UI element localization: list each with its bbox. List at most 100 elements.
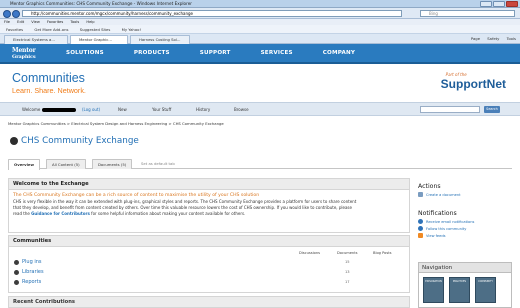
- logo-line2: Graphics: [12, 54, 36, 60]
- create-document-link[interactable]: Create a document: [418, 192, 514, 197]
- new-menu[interactable]: New: [118, 107, 127, 112]
- supportnet-big: SupportNet: [440, 77, 506, 91]
- notifications-panel: Notifications Receive email notification…: [418, 210, 514, 240]
- back-button[interactable]: [3, 9, 11, 18]
- search-input[interactable]: Bing: [420, 10, 515, 17]
- maximize-button[interactable]: [493, 1, 505, 7]
- nav-services[interactable]: SERVICES: [261, 50, 293, 56]
- supportnet-logo[interactable]: Part of the SupportNet: [441, 72, 506, 91]
- tools-menu[interactable]: Tools: [507, 36, 516, 41]
- suggested-sites-link[interactable]: Suggested Sites: [80, 27, 111, 32]
- communities-brand[interactable]: Communities: [12, 71, 85, 85]
- nav-tile-community[interactable]: COMMUNITY: [475, 277, 496, 303]
- browser-tab-active[interactable]: Mentor Graphic...: [70, 35, 128, 44]
- communities-banner: Communities Learn. Share. Network. Part …: [0, 66, 520, 102]
- col-blog-posts: Blog Posts: [373, 251, 392, 255]
- community-row[interactable]: Plug ins: [14, 259, 42, 265]
- community-name[interactable]: Plug ins: [22, 259, 42, 265]
- communities-panel: Communities Discussions Documents Blog P…: [8, 235, 410, 293]
- page-title: CHS Community Exchange: [10, 136, 139, 146]
- community-name[interactable]: Reports: [22, 279, 41, 285]
- notifications-heading: Notifications: [418, 210, 457, 217]
- view-feeds-label: View feeds: [426, 233, 446, 238]
- tab-all-content[interactable]: All Content (5): [46, 159, 86, 169]
- body3-post: for some helpful information about makin…: [89, 211, 246, 216]
- browser-tab[interactable]: Electrical Systems a...: [4, 35, 68, 44]
- contributors-guidance-link[interactable]: Guidance for Contributors: [31, 211, 90, 216]
- nav-tile-practices[interactable]: PRACTICES: [449, 277, 470, 303]
- col-discussions: Discussions: [299, 251, 320, 255]
- page-title-text: CHS Community Exchange: [21, 136, 139, 146]
- follow-community-link[interactable]: Follow this community: [418, 226, 514, 231]
- safety-menu[interactable]: Safety: [487, 36, 499, 41]
- your-stuff-menu[interactable]: Your Stuff: [152, 107, 171, 112]
- welcome-body: CHS is very flexible in the way it can b…: [13, 199, 405, 217]
- site-search-input[interactable]: [420, 106, 480, 113]
- get-addons-link[interactable]: Get More Add-ons: [34, 27, 68, 32]
- menu-tools[interactable]: Tools: [70, 20, 79, 24]
- user-bar: Welcome (Log out) New Your Stuff History…: [0, 102, 520, 116]
- nav-tile-label: COMMUNITY: [478, 280, 493, 283]
- recent-contributions-heading: Recent Contributions: [8, 296, 410, 308]
- email-notifications-link[interactable]: Receive email notifications: [418, 219, 514, 224]
- menu-favorites[interactable]: Favorites: [47, 20, 63, 24]
- documents-count: 17: [345, 280, 350, 284]
- tagline: Learn. Share. Network.: [12, 86, 86, 95]
- document-icon: [418, 192, 423, 197]
- logout-link[interactable]: (Log out): [82, 107, 100, 112]
- url-input[interactable]: http://communities.mentor.com/mgcx/commu…: [22, 10, 402, 17]
- nav-products[interactable]: PRODUCTS: [134, 50, 170, 56]
- community-name[interactable]: Libraries: [22, 269, 44, 275]
- mentor-logo[interactable]: Mentor Graphics: [12, 48, 36, 61]
- window-titlebar: Mentor Graphics Communities: CHS Communi…: [0, 0, 520, 8]
- navigation-panel: Navigation EXPLORATION PRACTICES COMMUNI…: [418, 262, 512, 308]
- history-menu[interactable]: History: [196, 107, 210, 112]
- documents-count: 13: [345, 270, 350, 274]
- community-row[interactable]: Reports: [14, 279, 41, 285]
- nav-solutions[interactable]: SOLUTIONS: [66, 50, 104, 56]
- menu-edit[interactable]: Edit: [17, 20, 24, 24]
- documents-count: 15: [345, 260, 350, 264]
- communities-heading: Communities: [9, 236, 409, 247]
- navigation-heading: Navigation: [419, 263, 511, 273]
- browser-tabbar: Electrical Systems a... Mentor Graphic..…: [0, 34, 520, 44]
- community-icon: [14, 269, 19, 275]
- menu-file[interactable]: File: [4, 20, 10, 24]
- content-tabs: Overview All Content (5) Documents (5) S…: [8, 159, 512, 170]
- set-default-tab-link[interactable]: Set as default tab: [136, 159, 180, 169]
- nav-tile-label: EXPLORATION: [425, 280, 442, 283]
- page-menu[interactable]: Page: [471, 36, 480, 41]
- email-notifications-label: Receive email notifications: [426, 219, 475, 224]
- browse-menu[interactable]: Browse: [234, 107, 249, 112]
- favorites-bar: Favorites Get More Add-ons Suggested Sit…: [0, 25, 520, 34]
- site-navbar: Mentor Graphics SOLUTIONS PRODUCTS SUPPO…: [0, 44, 520, 64]
- community-icon: [14, 279, 19, 285]
- tab-overview[interactable]: Overview: [8, 159, 41, 170]
- redacted-username: [41, 108, 76, 112]
- tab-documents[interactable]: Documents (5): [92, 159, 133, 169]
- actions-heading: Actions: [418, 183, 441, 190]
- welcome-lead: The CHS Community Exchange can be a rich…: [13, 193, 260, 198]
- my-yahoo-link[interactable]: My Yahoo!: [122, 27, 141, 32]
- breadcrumb[interactable]: Mentor Graphics Communities > Electrical…: [8, 121, 224, 126]
- nav-support[interactable]: SUPPORT: [200, 50, 231, 56]
- col-documents: Documents: [337, 251, 358, 255]
- welcome-panel: Welcome to the Exchange The CHS Communit…: [8, 178, 410, 233]
- community-row[interactable]: Libraries: [14, 269, 44, 275]
- window-title: Mentor Graphics Communities: CHS Communi…: [10, 1, 193, 6]
- welcome-body-3: read the Guidance for Contributors for s…: [13, 211, 405, 217]
- favorites-button[interactable]: Favorites: [6, 27, 23, 32]
- browser-tab[interactable]: Harness Costing Sol...: [130, 35, 190, 44]
- site-search-button[interactable]: Search: [484, 106, 500, 113]
- view-feeds-link[interactable]: View feeds: [418, 233, 514, 238]
- create-document-label: Create a document: [426, 192, 461, 197]
- minimize-button[interactable]: [480, 1, 492, 7]
- menu-help[interactable]: Help: [86, 20, 94, 24]
- menu-view[interactable]: View: [31, 20, 40, 24]
- nav-tile-exploration[interactable]: EXPLORATION: [423, 277, 444, 303]
- nav-company[interactable]: COMPANY: [323, 50, 355, 56]
- actions-panel: Actions Create a document: [418, 183, 514, 199]
- close-button[interactable]: [506, 1, 518, 7]
- forward-button[interactable]: [12, 9, 20, 18]
- email-icon: [418, 219, 423, 224]
